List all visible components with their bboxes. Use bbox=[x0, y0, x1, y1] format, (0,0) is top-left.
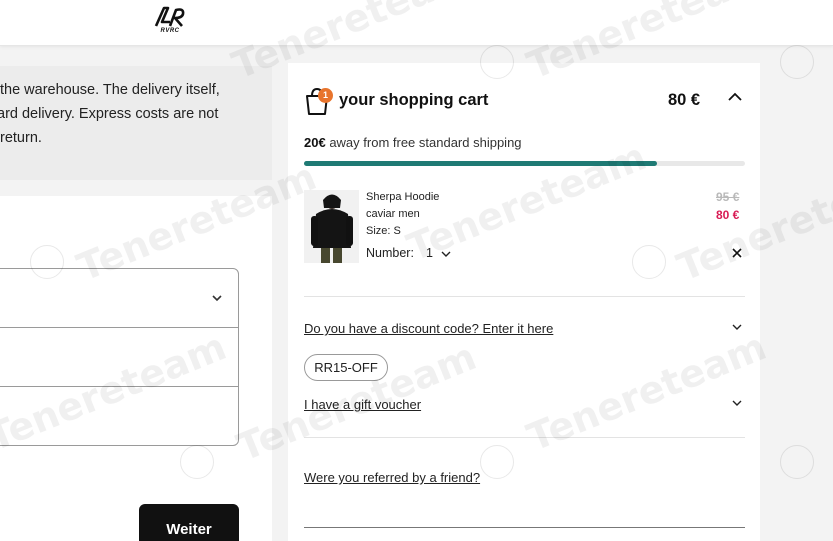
chevron-up-icon[interactable] bbox=[727, 90, 743, 104]
product-variant: caviar men bbox=[366, 208, 420, 220]
divider bbox=[304, 296, 745, 297]
original-price: 95 € bbox=[716, 190, 740, 204]
discount-code-chip[interactable]: RR15-OFF bbox=[304, 354, 388, 381]
hoodie-product-photo bbox=[304, 190, 359, 263]
product-name[interactable]: Sherpa Hoodie bbox=[366, 191, 439, 203]
close-icon[interactable] bbox=[731, 247, 743, 259]
product-size: Size: S bbox=[366, 225, 401, 237]
shopping-cart-panel: 1 your shopping cart 80 € 20€ away from … bbox=[288, 63, 760, 541]
checkout-form-panel bbox=[0, 196, 272, 541]
watermark-seal-icon bbox=[780, 45, 814, 79]
logo-mark-icon bbox=[154, 6, 185, 27]
referral-input[interactable] bbox=[304, 491, 745, 528]
top-header: RVRC bbox=[0, 0, 833, 46]
quantity-label: Number: bbox=[366, 246, 414, 260]
info-line: the warehouse. The delivery itself, bbox=[0, 82, 220, 98]
logo-text: RVRC bbox=[160, 28, 180, 34]
continue-button[interactable]: Weiter bbox=[139, 504, 239, 541]
chevron-down-icon[interactable] bbox=[440, 248, 452, 260]
info-line: ard delivery. Express costs are not bbox=[0, 106, 219, 122]
info-line: return. bbox=[0, 130, 42, 146]
chevron-down-icon[interactable] bbox=[731, 397, 743, 409]
watermark-seal-icon bbox=[780, 445, 814, 479]
brand-logo[interactable]: RVRC bbox=[148, 4, 192, 40]
quantity-select[interactable]: 1 bbox=[426, 246, 433, 260]
free-shipping-message: 20€ away from free standard shipping bbox=[304, 135, 522, 150]
shipping-text: away from free standard shipping bbox=[325, 135, 522, 150]
text-field[interactable] bbox=[0, 387, 238, 446]
product-image[interactable] bbox=[304, 190, 359, 263]
shipping-progress-fill bbox=[304, 161, 657, 166]
address-field-group bbox=[0, 268, 239, 446]
referral-link[interactable]: Were you referred by a friend? bbox=[304, 470, 480, 485]
shipping-amount: 20€ bbox=[304, 135, 326, 150]
cart-title: your shopping cart bbox=[339, 91, 489, 109]
divider bbox=[304, 437, 745, 438]
sale-price: 80 € bbox=[716, 208, 740, 222]
delivery-info: the warehouse. The delivery itself, ard … bbox=[0, 66, 272, 180]
shipping-progress-bar bbox=[304, 161, 745, 166]
discount-code-toggle[interactable]: Do you have a discount code? Enter it he… bbox=[304, 321, 553, 336]
chevron-down-icon bbox=[212, 295, 222, 302]
text-field[interactable] bbox=[0, 328, 238, 387]
gift-voucher-toggle[interactable]: I have a gift voucher bbox=[304, 397, 421, 412]
select-field[interactable] bbox=[0, 269, 238, 328]
cart-count-badge: 1 bbox=[318, 88, 333, 103]
chevron-down-icon[interactable] bbox=[731, 321, 743, 333]
cart-total: 80 € bbox=[668, 91, 701, 109]
